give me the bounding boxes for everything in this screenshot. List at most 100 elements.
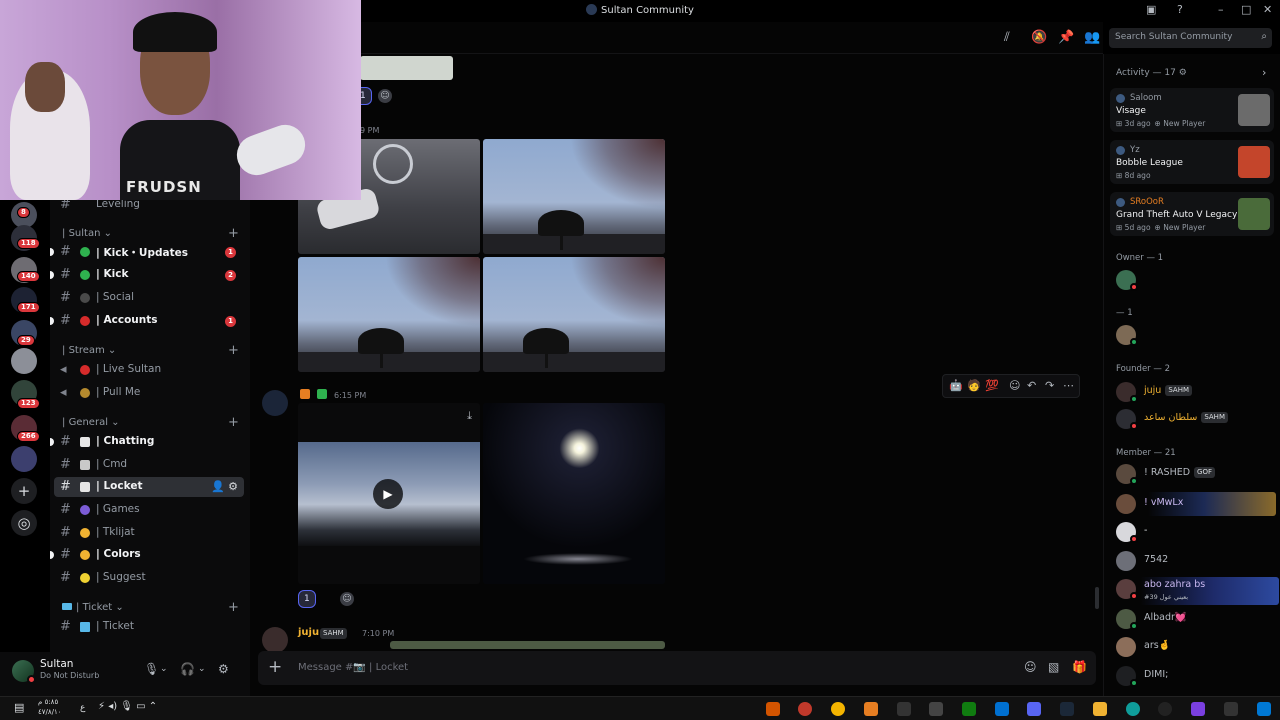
emoji-icon[interactable]: ☺	[1024, 660, 1037, 674]
channel-item-live-sultan[interactable]: ◂ | Live Sultan	[54, 360, 244, 380]
task-view-icon[interactable]	[1224, 702, 1238, 716]
language-indicator[interactable]: ع	[80, 703, 85, 713]
channel-item-kick-updates[interactable]: # | Kick・Updates 1	[50, 242, 244, 262]
chevron-down-icon[interactable]: ⌄	[160, 664, 168, 674]
category-stream[interactable]: | Stream ⌄ +	[62, 343, 239, 358]
server-icon[interactable]	[11, 446, 37, 472]
add-channel-icon[interactable]: +	[228, 600, 239, 615]
pin-icon[interactable]: 📌	[1058, 30, 1074, 45]
scrollbar[interactable]	[1095, 587, 1099, 609]
maximize-icon[interactable]: □	[1241, 3, 1251, 16]
app-icon[interactable]	[798, 702, 812, 716]
windows-start-icon[interactable]	[1257, 702, 1271, 716]
channel-item-chatting[interactable]: # | Chatting	[50, 432, 244, 452]
reaction-chip[interactable]: 1	[298, 590, 316, 608]
app-icon[interactable]	[929, 702, 943, 716]
sticker-icon[interactable]: ▧	[1048, 660, 1059, 674]
member-item[interactable]: سلطان ساعد SAHM	[1116, 407, 1276, 431]
channel-item-kick[interactable]: # | Kick 2	[50, 265, 244, 285]
channel-item-pull-me[interactable]: ◂ | Pull Me	[54, 383, 244, 403]
channel-item-social[interactable]: # | Social	[54, 288, 244, 308]
more-icon[interactable]: ⋯	[1063, 379, 1074, 392]
app-icon[interactable]	[995, 702, 1009, 716]
add-server-icon[interactable]: +	[11, 478, 37, 504]
member-item[interactable]: -	[1116, 520, 1276, 544]
member-item[interactable]	[1116, 323, 1276, 347]
headphones-icon[interactable]: 🎧	[180, 662, 195, 676]
discover-icon[interactable]: ◎	[11, 510, 37, 536]
download-icon[interactable]: ⤓	[467, 409, 472, 423]
reply-icon[interactable]: ↶	[1027, 379, 1036, 392]
channel-item-cmd[interactable]: # | Cmd	[54, 455, 244, 475]
add-reaction-icon[interactable]: ☺	[340, 592, 354, 606]
xbox-icon[interactable]	[962, 702, 976, 716]
add-channel-icon[interactable]: +	[228, 343, 239, 358]
category-general[interactable]: | General ⌄ +	[62, 415, 239, 430]
channel-item-suggest[interactable]: # | Suggest	[54, 568, 244, 588]
copilot-icon[interactable]	[1191, 702, 1205, 716]
discord-icon[interactable]	[1027, 702, 1041, 716]
message-input[interactable]: Message #📷 | Locket	[298, 662, 408, 673]
activity-card[interactable]: Saloom Visage ⊞ 3d ago ⊕ New Player	[1110, 88, 1274, 132]
image-attachment[interactable]	[298, 257, 480, 372]
channel-item-accounts[interactable]: # | Accounts 1	[50, 311, 244, 331]
threads-icon[interactable]: ⫽	[1004, 30, 1010, 45]
system-tray-icon[interactable]: ⚡ ◂) 🎙 ▭ ⌃	[98, 701, 157, 712]
image-attachment[interactable]	[390, 641, 665, 649]
chrome-icon[interactable]	[831, 702, 845, 716]
epic-games-icon[interactable]	[897, 702, 911, 716]
category-ticket[interactable]: | Ticket ⌄ +	[62, 600, 239, 615]
chevron-right-icon[interactable]: ›	[1262, 66, 1266, 79]
member-list-icon[interactable]: 👥	[1084, 30, 1100, 45]
avatar[interactable]	[262, 627, 288, 653]
folder-icon[interactable]	[1093, 702, 1107, 716]
channel-item-locket[interactable]: # | Locket 👤 ⚙	[54, 477, 244, 497]
add-reaction-icon[interactable]: ☺	[378, 89, 392, 103]
app-icon[interactable]	[1158, 702, 1172, 716]
channel-item-ticket[interactable]: # | Ticket	[54, 617, 244, 637]
activity-card[interactable]: Yz Bobble League ⊞ 8d ago	[1110, 140, 1274, 184]
chevron-down-icon[interactable]: ⌄	[198, 664, 206, 674]
gift-icon[interactable]: 🎁	[1072, 660, 1087, 674]
activity-card[interactable]: SRoOoR Grand Theft Auto V Legacy ⊞ 5d ag…	[1110, 192, 1274, 236]
member-item[interactable]: ars🤞	[1116, 635, 1276, 659]
minimize-icon[interactable]: –	[1218, 3, 1224, 16]
app-icon[interactable]	[864, 702, 878, 716]
channel-settings-icon[interactable]: 👤 ⚙	[211, 480, 238, 493]
image-attachment[interactable]	[360, 56, 453, 80]
member-item[interactable]	[1116, 268, 1276, 292]
category-sultan[interactable]: | Sultan ⌄ +	[62, 226, 239, 241]
channel-item-tklijat[interactable]: # | Tklijat	[54, 523, 244, 543]
microphone-icon[interactable]: 🎙	[144, 662, 159, 676]
member-item[interactable]: Albadr💓	[1116, 607, 1276, 631]
search-input[interactable]: Search Sultan Community	[1115, 32, 1232, 42]
image-attachment[interactable]	[483, 139, 665, 254]
add-reaction-icon[interactable]: ☺	[1009, 379, 1020, 392]
server-icon[interactable]	[11, 348, 37, 374]
notification-icon[interactable]: ▤	[14, 701, 24, 714]
reaction-shortcut-icon[interactable]: 💯	[985, 379, 999, 392]
image-attachment[interactable]	[483, 403, 665, 584]
member-item[interactable]: DIMI;	[1116, 664, 1276, 688]
add-channel-icon[interactable]: +	[228, 226, 239, 241]
steam-icon[interactable]	[1060, 702, 1074, 716]
channel-item-games[interactable]: # | Games	[54, 500, 244, 520]
member-item[interactable]: abo zahra bs #39 بعيني عول	[1116, 577, 1279, 605]
member-item[interactable]: ! RASHED GOF	[1116, 462, 1276, 486]
member-item[interactable]: 7542	[1116, 549, 1276, 573]
member-item[interactable]: ! vMwLx	[1116, 492, 1276, 516]
play-icon[interactable]: ▶	[373, 479, 403, 509]
image-attachment[interactable]	[483, 257, 665, 372]
gear-icon[interactable]: ⚙	[218, 662, 229, 676]
edge-icon[interactable]	[1126, 702, 1140, 716]
message-author[interactable]: juju	[298, 627, 319, 638]
channel-item-colors[interactable]: # | Colors	[50, 545, 244, 565]
inbox-icon[interactable]: ▣	[1146, 3, 1156, 16]
search-bar[interactable]: Search Sultan Community ⌕	[1109, 28, 1272, 48]
member-item[interactable]: juju SAHM	[1116, 380, 1276, 404]
video-attachment[interactable]: ⤓ ▶	[298, 403, 480, 584]
mute-bell-icon[interactable]: 🔕	[1031, 30, 1047, 45]
add-channel-icon[interactable]: +	[228, 415, 239, 430]
app-icon[interactable]	[766, 702, 780, 716]
help-icon[interactable]: ?	[1177, 3, 1183, 16]
